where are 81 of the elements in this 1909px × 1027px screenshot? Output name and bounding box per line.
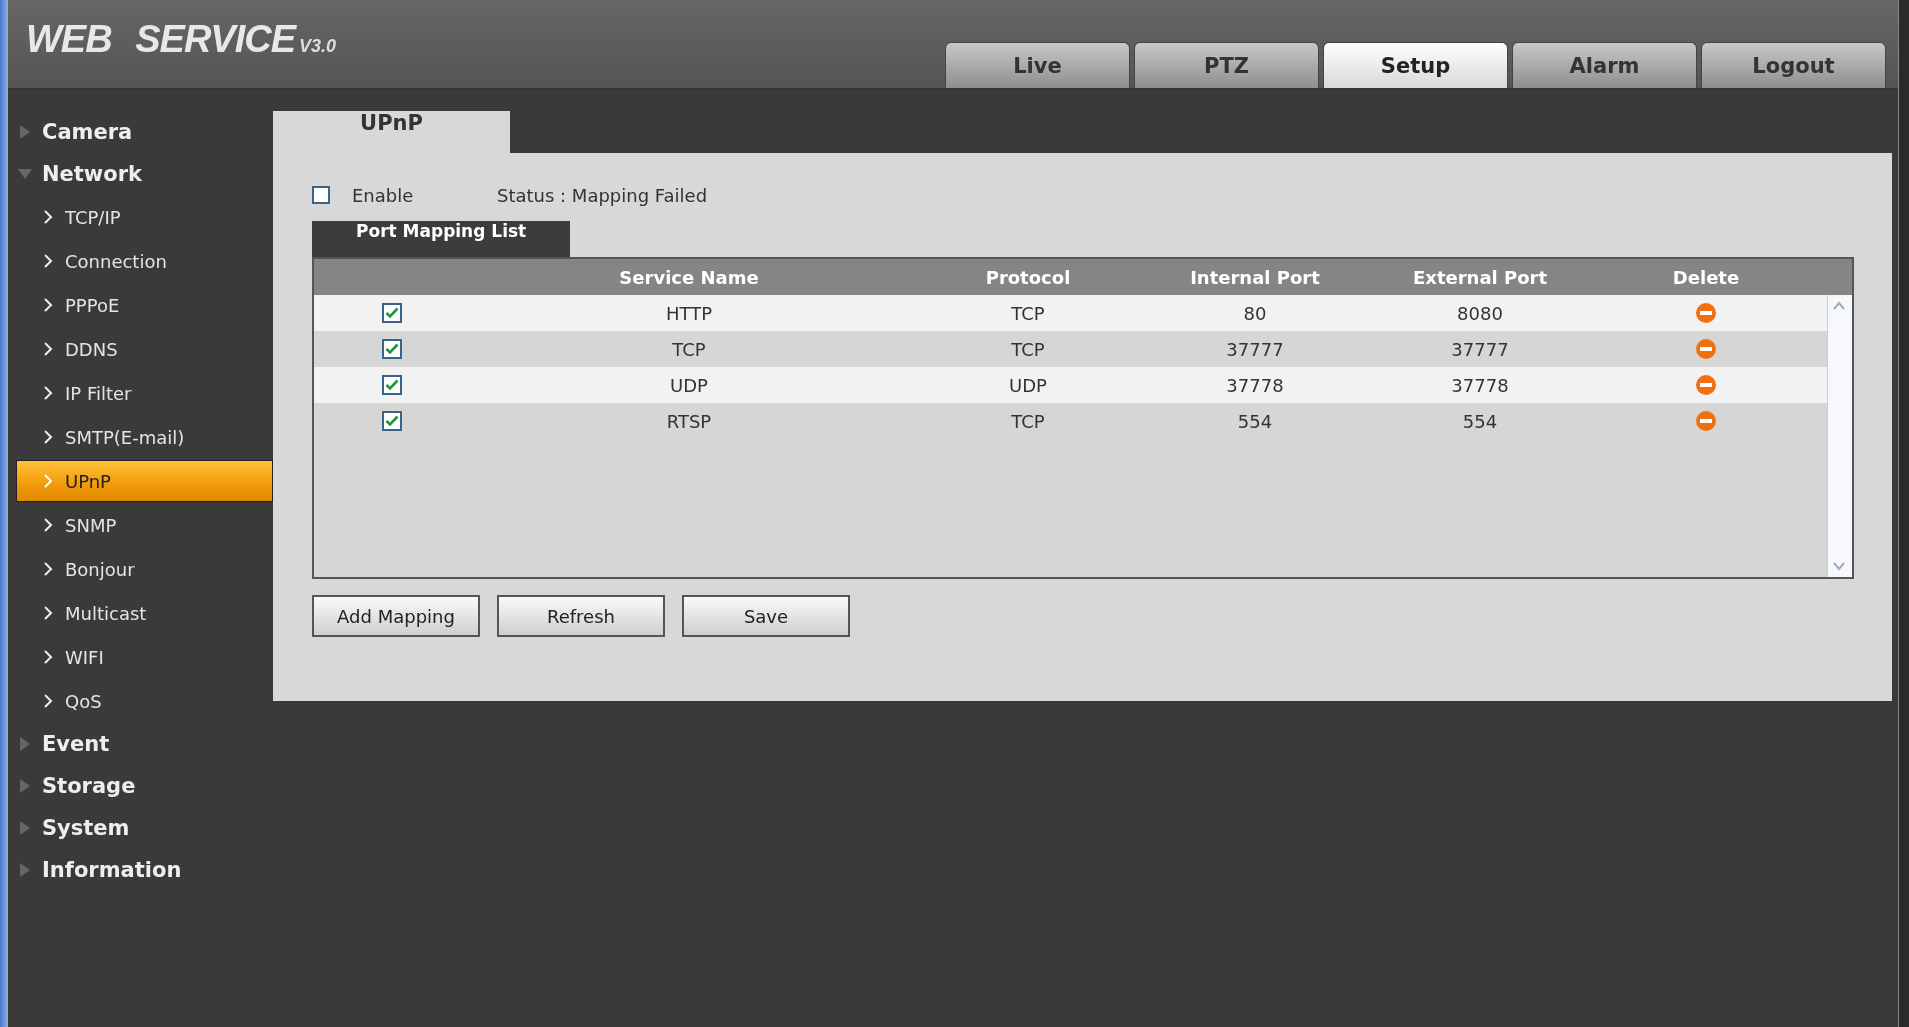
table-cell-text: 554 (1236, 409, 1274, 434)
delete-icon[interactable] (1695, 374, 1717, 396)
chevron-icon (43, 474, 53, 488)
table-cell-text: 554 (1461, 409, 1499, 434)
checkbox[interactable] (382, 375, 402, 395)
sidebar-item[interactable]: IP Filter (16, 372, 273, 414)
triangle-icon (18, 779, 32, 793)
sidebar-item[interactable]: DDNS (16, 328, 273, 370)
table-cell-text: 80 (1242, 301, 1268, 326)
nav-tab[interactable]: Setup (1323, 42, 1508, 88)
table-cell-text: RTSP (665, 409, 713, 434)
sidebar-section[interactable]: Network (8, 153, 273, 195)
column-header: Delete (1671, 265, 1741, 290)
checkbox[interactable] (312, 186, 330, 204)
chevron-icon (43, 386, 53, 400)
delete-icon[interactable] (1695, 338, 1717, 360)
chevron-icon (43, 210, 53, 224)
sidebar-item[interactable]: SNMP (16, 504, 273, 546)
table-cell-text: 8080 (1456, 301, 1504, 326)
nav-tab[interactable]: Live (945, 42, 1130, 88)
nav-tab[interactable]: Logout (1701, 42, 1886, 88)
sidebar-section[interactable]: Camera (8, 111, 273, 153)
chevron-icon (43, 562, 53, 576)
chevron-icon (43, 518, 53, 532)
triangle-icon (18, 167, 32, 181)
delete-icon[interactable] (1695, 302, 1717, 324)
sidebar-section[interactable]: Information (8, 849, 273, 891)
chevron-icon (43, 650, 53, 664)
table-cell-text: TCP (1010, 301, 1046, 326)
sidebar-item[interactable]: UPnP (16, 460, 273, 502)
logo-title: WEB SERVICE (26, 18, 296, 61)
sidebar-item[interactable]: Bonjour (16, 548, 273, 590)
sidebar-item[interactable]: QoS (16, 680, 273, 722)
status-text: Status : Mapping Failed (497, 184, 708, 206)
sidebar-section[interactable]: Event (8, 723, 273, 765)
chevron-icon (43, 254, 53, 268)
table-cell-text: 37777 (1450, 337, 1510, 362)
sidebar-item[interactable]: WIFI (16, 636, 273, 678)
table-cell-text: TCP (671, 337, 707, 362)
sidebar-item[interactable]: SMTP(E-mail) (16, 416, 273, 458)
sidebar-item[interactable]: Connection (16, 240, 273, 282)
triangle-icon (18, 863, 32, 877)
triangle-icon (18, 737, 32, 751)
table-cell-text: TCP (1010, 337, 1046, 362)
column-header: Protocol (984, 265, 1072, 290)
logo-version: V3.0 (299, 36, 337, 57)
table-cell-text: TCP (1010, 409, 1046, 434)
action-button[interactable]: Refresh (497, 595, 665, 637)
triangle-icon (18, 821, 32, 835)
sidebar-item[interactable]: PPPoE (16, 284, 273, 326)
content-tab[interactable]: UPnP (273, 111, 510, 153)
checkbox[interactable] (382, 339, 402, 359)
sidebar-section[interactable]: Storage (8, 765, 273, 807)
column-header: Internal Port (1189, 265, 1321, 290)
chevron-icon (43, 298, 53, 312)
sidebar-item[interactable]: Multicast (16, 592, 273, 634)
chevron-icon (43, 430, 53, 444)
table-cell-text: 37777 (1225, 337, 1285, 362)
sidebar-item[interactable]: TCP/IP (16, 196, 273, 238)
chevron-icon (43, 694, 53, 708)
scrollbar[interactable] (1827, 295, 1852, 577)
action-button[interactable]: Add Mapping (312, 595, 480, 637)
enable-label: Enable (352, 184, 415, 206)
nav-tab[interactable]: PTZ (1134, 42, 1319, 88)
table-cell-text: UDP (669, 373, 709, 398)
chevron-icon (43, 606, 53, 620)
sidebar-section[interactable]: System (8, 807, 273, 849)
checkbox[interactable] (382, 303, 402, 323)
column-header: Service Name (618, 265, 760, 290)
chevron-icon (43, 342, 53, 356)
list-tab[interactable]: Port Mapping List (312, 221, 571, 257)
table-cell-text: UDP (1008, 373, 1048, 398)
delete-icon[interactable] (1695, 410, 1717, 432)
triangle-icon (18, 125, 32, 139)
table-cell-text: 37778 (1450, 373, 1510, 398)
table-cell-text: 37778 (1225, 373, 1285, 398)
nav-tab[interactable]: Alarm (1512, 42, 1697, 88)
action-button[interactable]: Save (682, 595, 850, 637)
column-header: External Port (1411, 265, 1548, 290)
table-cell-text: HTTP (664, 301, 714, 326)
checkbox[interactable] (382, 411, 402, 431)
